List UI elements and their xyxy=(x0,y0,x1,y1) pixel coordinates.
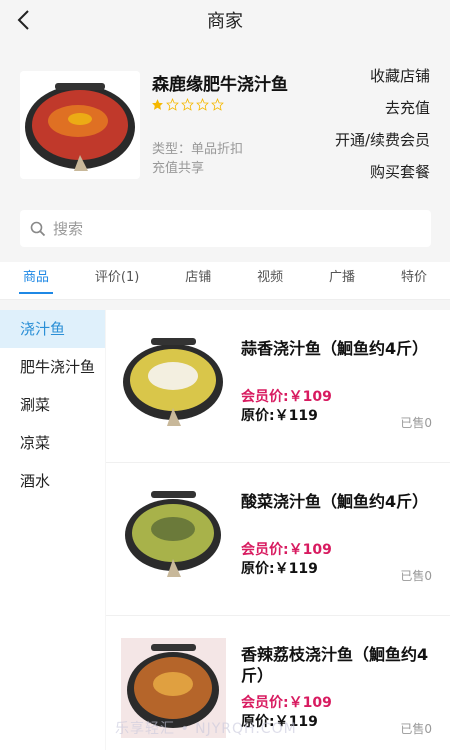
sold-count: 已售0 xyxy=(400,416,432,430)
tab-broadcast[interactable]: 广播 xyxy=(325,262,359,300)
category-item[interactable]: 凉菜 xyxy=(0,424,105,462)
product-image xyxy=(123,338,223,426)
tab-shop[interactable]: 店铺 xyxy=(181,262,215,300)
membership-button[interactable]: 开通/续费会员 xyxy=(335,130,430,162)
member-price: 会员价:￥109 xyxy=(241,695,332,711)
product-image xyxy=(125,491,221,577)
search-input[interactable] xyxy=(53,210,413,247)
product-name: 香辣荔枝浇汁鱼（鮰鱼约4斤） xyxy=(241,645,429,685)
tab-specials[interactable]: 特价 xyxy=(397,262,431,300)
tab-video[interactable]: 视频 xyxy=(253,262,287,300)
category-item[interactable]: 酒水 xyxy=(0,462,105,500)
tab-bar: 商品 评价(1) 店铺 视频 广播 特价 xyxy=(0,262,450,300)
shop-name: 森鹿缘肥牛浇汁鱼 xyxy=(152,75,288,95)
original-price: 原价:￥119 xyxy=(241,408,318,424)
star-empty-icon xyxy=(181,98,194,111)
search-icon xyxy=(30,221,46,237)
product-name: 蒜香浇汁鱼（鮰鱼约4斤） xyxy=(241,339,429,358)
shop-type: 类型：单品折扣 xyxy=(152,142,244,157)
product-list: 蒜香浇汁鱼（鮰鱼约4斤） 会员价:￥109 原价:￥119 已售0 酸菜浇汁鱼（… xyxy=(106,310,450,750)
top-bar: 商家 xyxy=(0,0,450,40)
shop-share: 充值共享 xyxy=(152,161,205,176)
search-bar xyxy=(20,210,431,247)
member-price: 会员价:￥109 xyxy=(241,542,332,558)
star-empty-icon xyxy=(196,98,209,111)
tab-products[interactable]: 商品 xyxy=(18,262,53,300)
tab-reviews[interactable]: 评价(1) xyxy=(91,262,143,300)
category-sidebar: 浇汁鱼 肥牛浇汁鱼 涮菜 凉菜 酒水 xyxy=(0,310,105,750)
shop-actions: 收藏店铺 去充值 开通/续费会员 购买套餐 xyxy=(335,66,430,194)
sold-count: 已售0 xyxy=(400,569,432,583)
star-empty-icon xyxy=(166,98,179,111)
category-item[interactable]: 浇汁鱼 xyxy=(0,310,105,348)
category-item[interactable]: 肥牛浇汁鱼 xyxy=(0,348,105,386)
rating-stars xyxy=(151,98,224,111)
original-price: 原价:￥119 xyxy=(241,561,318,577)
product-item[interactable]: 酸菜浇汁鱼（鮰鱼约4斤） 会员价:￥109 原价:￥119 已售0 xyxy=(106,463,450,616)
shop-info: 森鹿缘肥牛浇汁鱼 类型：单品折扣 充值共享 收藏店铺 去充值 开通/续费会员 购… xyxy=(0,40,450,200)
shop-image xyxy=(20,71,140,179)
member-price: 会员价:￥109 xyxy=(241,389,332,405)
page-title: 商家 xyxy=(207,11,243,32)
product-name: 酸菜浇汁鱼（鮰鱼约4斤） xyxy=(241,492,429,511)
buy-package-button[interactable]: 购买套餐 xyxy=(370,162,430,194)
category-item[interactable]: 涮菜 xyxy=(0,386,105,424)
star-empty-icon xyxy=(211,98,224,111)
recharge-button[interactable]: 去充值 xyxy=(385,98,430,130)
sold-count: 已售0 xyxy=(400,722,432,736)
star-filled-icon xyxy=(152,99,163,110)
product-item[interactable]: 蒜香浇汁鱼（鮰鱼约4斤） 会员价:￥109 原价:￥119 已售0 xyxy=(106,310,450,463)
watermark: 乐享轻汇 • NJYRQH.COM xyxy=(115,721,297,737)
favorite-shop-button[interactable]: 收藏店铺 xyxy=(370,66,430,98)
